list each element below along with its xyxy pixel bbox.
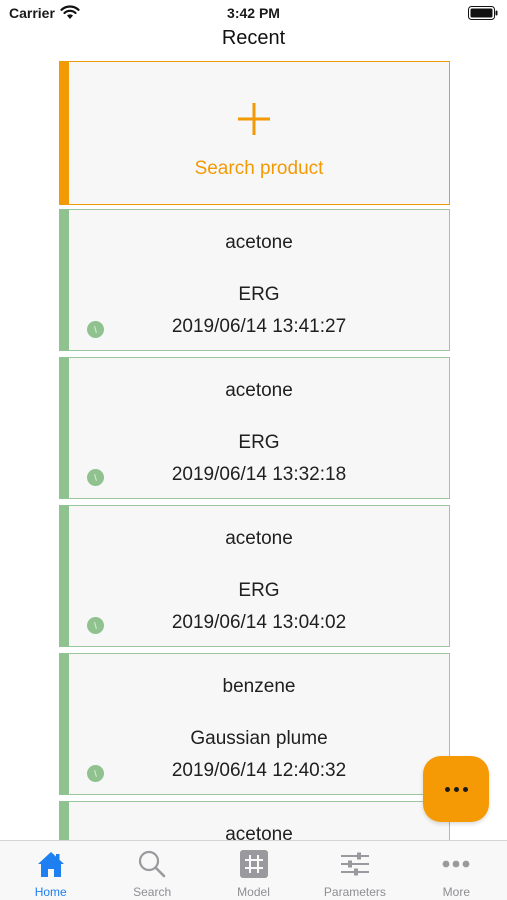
model-name: ERG <box>238 432 280 453</box>
tab-home[interactable]: Home <box>0 841 101 900</box>
history-card[interactable]: acetone ERG 2019/06/14 13:04:02 <box>59 505 450 647</box>
tab-label: More <box>442 885 470 899</box>
timestamp: 2019/06/14 13:32:18 <box>171 464 347 485</box>
page-title: Recent <box>221 27 286 49</box>
status-dot-icon <box>87 469 104 486</box>
model-name: ERG <box>238 284 280 305</box>
plus-icon <box>238 103 270 135</box>
screen: Carrier 3:42 PM Recent Search product ac… <box>0 0 507 900</box>
tab-label: Model <box>237 885 270 899</box>
tab-label: Home <box>34 885 67 899</box>
card-accent-bar <box>59 357 69 499</box>
grid-icon <box>239 850 268 878</box>
card-accent-bar <box>59 209 69 351</box>
history-card[interactable]: acetone <box>59 801 450 841</box>
status-time: 3:42 PM <box>227 5 280 21</box>
more-actions-button[interactable] <box>423 756 489 822</box>
home-icon <box>37 852 64 877</box>
status-bar: Carrier 3:42 PM <box>0 0 507 26</box>
tab-search[interactable]: Search <box>101 841 202 900</box>
battery-icon <box>468 6 498 20</box>
model-name: Gaussian plume <box>190 728 328 749</box>
product-name: acetone <box>225 528 293 549</box>
recent-list[interactable]: Search product acetone ERG 2019/06/14 13… <box>59 61 450 841</box>
more-dots-icon <box>444 786 468 792</box>
tab-label: Search <box>133 885 172 899</box>
status-dot-icon <box>87 321 104 338</box>
history-card[interactable]: acetone ERG 2019/06/14 13:41:27 <box>59 209 450 351</box>
card-accent-bar <box>59 801 69 841</box>
history-card[interactable]: acetone ERG 2019/06/14 13:32:18 <box>59 357 450 499</box>
product-name: acetone <box>225 824 293 841</box>
tab-model[interactable]: Model <box>203 841 304 900</box>
search-product-button[interactable]: Search product <box>59 61 450 205</box>
product-name: benzene <box>222 676 296 697</box>
tab-parameters[interactable]: Parameters <box>304 841 405 900</box>
tab-label: Parameters <box>323 885 386 899</box>
status-dot-icon <box>87 765 104 782</box>
card-accent-bar <box>59 653 69 795</box>
timestamp: 2019/06/14 13:04:02 <box>171 612 347 633</box>
search-icon <box>139 850 166 878</box>
product-name: acetone <box>225 232 293 253</box>
card-accent-bar <box>59 61 69 205</box>
status-dot-icon <box>87 617 104 634</box>
card-accent-bar <box>59 505 69 647</box>
search-product-label: Search product <box>194 158 324 179</box>
tab-bar: Home Search Model Parameters More <box>0 840 507 900</box>
timestamp: 2019/06/14 13:41:27 <box>171 316 347 337</box>
more-icon <box>442 860 470 868</box>
sliders-icon <box>340 852 369 876</box>
timestamp: 2019/06/14 12:40:32 <box>171 760 347 781</box>
model-name: ERG <box>238 580 280 601</box>
history-card[interactable]: benzene Gaussian plume 2019/06/14 12:40:… <box>59 653 450 795</box>
tab-more[interactable]: More <box>406 841 507 900</box>
product-name: acetone <box>225 380 293 401</box>
